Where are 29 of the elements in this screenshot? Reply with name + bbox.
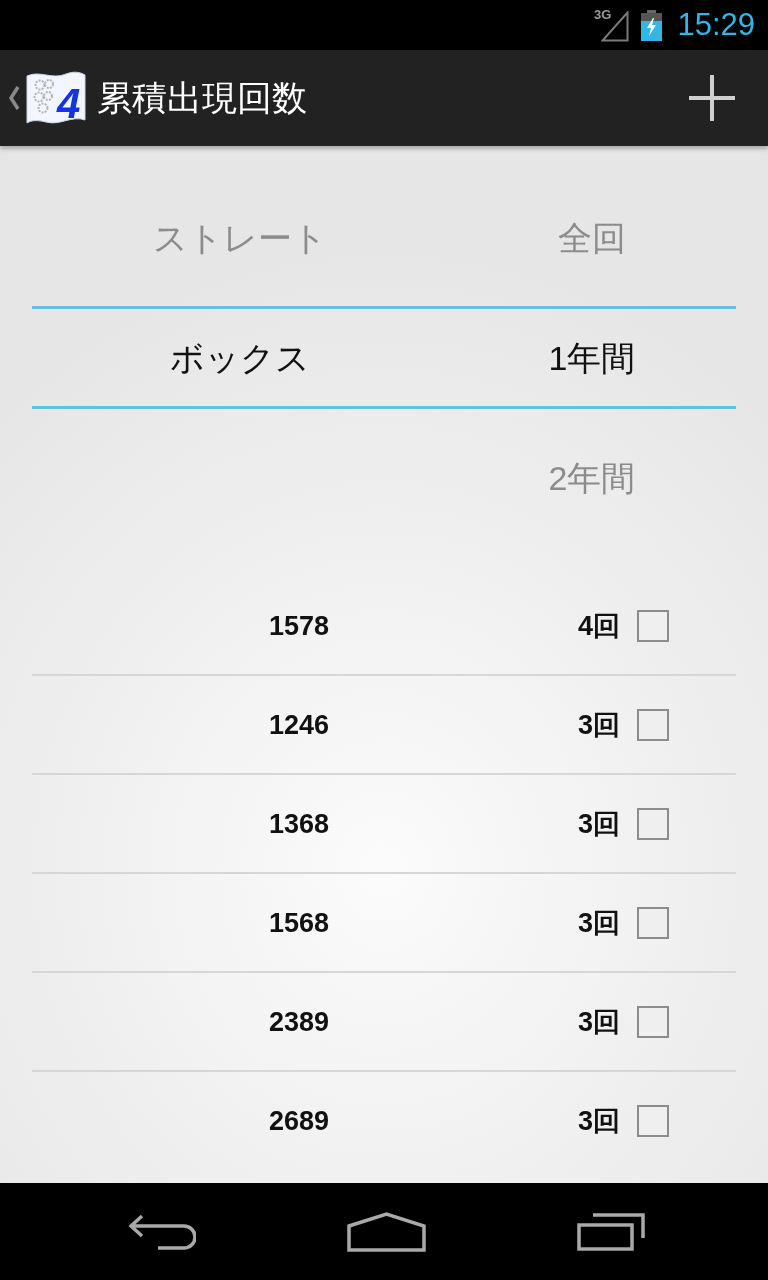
number-text: 1578	[268, 609, 330, 642]
add-icon[interactable]	[688, 74, 736, 122]
number-text: 1368	[268, 807, 330, 840]
screen-title: 累積出現回数	[97, 78, 307, 118]
picker-item[interactable]: ボックス	[170, 337, 310, 378]
chevron-left-icon[interactable]	[8, 85, 20, 111]
picker-item[interactable]: 1年間	[548, 337, 636, 378]
checkbox[interactable]	[637, 708, 669, 741]
checkbox[interactable]	[637, 1005, 669, 1038]
count-text: 4回	[577, 609, 620, 642]
number-text: 1246	[268, 708, 330, 741]
checkbox[interactable]	[637, 906, 669, 939]
network-type-label: 3G	[594, 8, 612, 22]
number-text: 2689	[268, 1104, 330, 1137]
back-icon[interactable]	[128, 1213, 196, 1250]
count-text: 3回	[577, 1104, 620, 1137]
app-logo[interactable]: 4	[26, 70, 86, 126]
count-text: 3回	[577, 708, 620, 741]
clock-text: 15:29	[677, 7, 755, 43]
home-icon[interactable]	[347, 1211, 426, 1252]
checkbox[interactable]	[637, 609, 669, 642]
count-text: 3回	[577, 807, 620, 840]
number-text: 1568	[268, 906, 330, 939]
count-text: 3回	[577, 906, 620, 939]
checkbox[interactable]	[637, 807, 669, 840]
battery-icon	[641, 9, 663, 41]
checkbox[interactable]	[637, 1104, 669, 1137]
count-text: 3回	[577, 1005, 620, 1038]
number-text: 2389	[268, 1005, 330, 1038]
